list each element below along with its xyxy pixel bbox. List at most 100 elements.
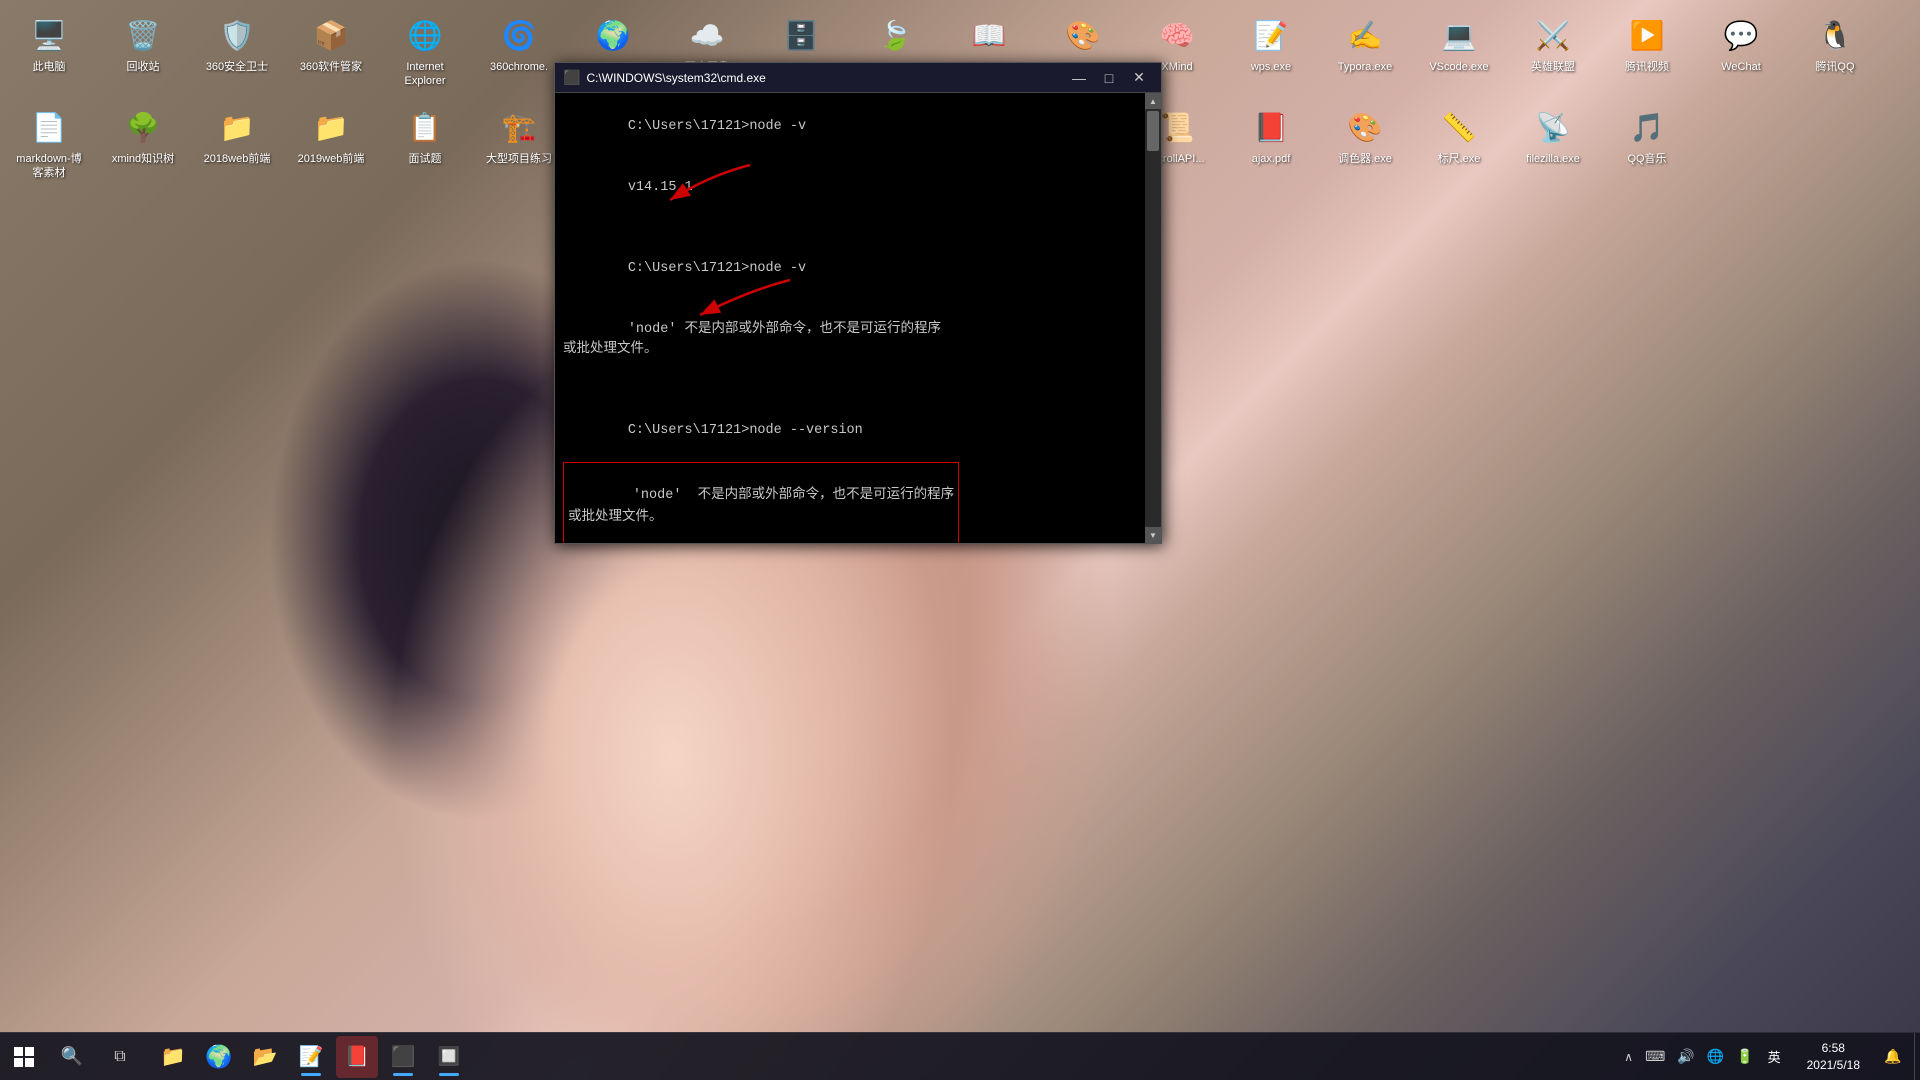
desktop-icon-interview[interactable]: 📋 面试题 bbox=[384, 100, 466, 188]
cmd-titlebar: ⬛ C:\WINDOWS\system32\cmd.exe — □ ✕ bbox=[555, 63, 1161, 93]
scrollbar-down-button[interactable]: ▼ bbox=[1145, 527, 1161, 543]
taskbar-app-notes[interactable]: 📝 bbox=[290, 1036, 332, 1078]
cmd-window[interactable]: ⬛ C:\WINDOWS\system32\cmd.exe — □ ✕ C:\U… bbox=[554, 62, 1162, 544]
keyboard-icon[interactable]: ⌨ bbox=[1641, 1044, 1669, 1069]
desktop-icon-ajax-pdf[interactable]: 📕 ajax.pdf bbox=[1230, 100, 1312, 188]
scrollbar-up-button[interactable]: ▲ bbox=[1145, 93, 1161, 109]
desktop-icon-xmind-notes[interactable]: 🌳 xmind知识树 bbox=[102, 100, 184, 188]
cmd-prompt-3: C:\Users\17121>node --version bbox=[628, 423, 863, 438]
ime-indicator[interactable]: 英 bbox=[1762, 1047, 1787, 1066]
icon-label-typora: Typora.exe bbox=[1338, 60, 1392, 74]
cmd-scrollbar[interactable]: ▲ ▼ bbox=[1145, 93, 1161, 543]
icon-img-this-pc: 🖥️ bbox=[28, 14, 70, 56]
scrollbar-track[interactable] bbox=[1145, 109, 1161, 527]
taskbar-app-explorer[interactable]: 📁 bbox=[152, 1036, 194, 1078]
desktop-icon-markdown[interactable]: 📄 markdown-博客素材 bbox=[8, 100, 90, 188]
icon-label-2018web: 2018web前端 bbox=[204, 152, 271, 166]
cmd-icon: ⬛ bbox=[391, 1044, 416, 1069]
icon-img-sqlyog: 🗄️ bbox=[780, 14, 822, 56]
desktop-icon-vscode[interactable]: 💻 VScode.exe bbox=[1418, 8, 1500, 96]
speaker-icon[interactable]: 🔊 bbox=[1673, 1044, 1698, 1069]
system-tray: ∧ ⌨ 🔊 🌐 🔋 英 bbox=[1612, 1033, 1794, 1080]
icon-label-vscode: VScode.exe bbox=[1429, 60, 1488, 74]
icon-img-ajax-pdf: 📕 bbox=[1250, 106, 1292, 148]
desktop-icon-360-security[interactable]: 🛡️ 360安全卫士 bbox=[196, 8, 278, 96]
multitask-icon: 🔲 bbox=[438, 1046, 460, 1067]
desktop-icon-typora[interactable]: ✍️ Typora.exe bbox=[1324, 8, 1406, 96]
desktop-icon-wechat[interactable]: 💬 WeChat bbox=[1700, 8, 1782, 96]
cmd-line-6: 'node' 不是内部或外部命令，也不是可运行的程序或批处理文件。 bbox=[563, 462, 959, 544]
cmd-line-1: C:\Users\17121>node -v bbox=[563, 97, 1153, 158]
cmd-maximize-button[interactable]: □ bbox=[1095, 68, 1123, 88]
chrome-icon: 🌍 bbox=[205, 1044, 232, 1070]
icon-img-baidu-netdisk: ☁️ bbox=[686, 14, 728, 56]
desktop-icon-2019web[interactable]: 📁 2019web前端 bbox=[290, 100, 372, 188]
cmd-error-1: 'node' 不是内部或外部命令，也不是可运行的程序或批处理文件。 bbox=[563, 322, 941, 357]
show-desktop-strip[interactable] bbox=[1914, 1033, 1920, 1080]
desktop-icon-wps[interactable]: 📝 wps.exe bbox=[1230, 8, 1312, 96]
desktop-icon-cursor[interactable]: 📏 标尺.exe bbox=[1418, 100, 1500, 188]
taskbar-app-file-manager[interactable]: 📂 bbox=[244, 1036, 286, 1078]
taskbar-clock[interactable]: 6:58 2021/5/18 bbox=[1795, 1040, 1872, 1074]
icon-label-xmind-notes: xmind知识树 bbox=[112, 152, 174, 166]
icon-img-interview: 📋 bbox=[404, 106, 446, 148]
desktop-icon-this-pc[interactable]: 🖥️ 此电脑 bbox=[8, 8, 90, 96]
task-view-button[interactable]: ⧉ bbox=[96, 1033, 144, 1080]
taskbar-app-chrome[interactable]: 🌍 bbox=[198, 1036, 240, 1078]
task-view-icon: ⧉ bbox=[114, 1048, 125, 1066]
taskbar-app-cmd[interactable]: ⬛ bbox=[382, 1036, 424, 1078]
taskbar: 🔍 ⧉ 📁 🌍 📂 📝 📕 ⬛ bbox=[0, 1032, 1920, 1080]
desktop-icon-recycle-bin[interactable]: 🗑️ 回收站 bbox=[102, 8, 184, 96]
desktop-icon-360chrome[interactable]: 🌀 360chrome. bbox=[478, 8, 560, 96]
desktop-icon-bigproject[interactable]: 🏗️ 大型项目练习 bbox=[478, 100, 560, 188]
icon-img-wechat: 💬 bbox=[1720, 14, 1762, 56]
icon-img-markdown: 📄 bbox=[28, 106, 70, 148]
icon-img-xmind: 🧠 bbox=[1156, 14, 1198, 56]
show-hidden-icons[interactable]: ∧ bbox=[1620, 1050, 1637, 1064]
desktop-icon-color-picker[interactable]: 🎨 调色器.exe bbox=[1324, 100, 1406, 188]
icon-label-360chrome: 360chrome. bbox=[490, 60, 548, 74]
battery-icon[interactable]: 🔋 bbox=[1732, 1044, 1757, 1069]
icon-label-ajax-pdf: ajax.pdf bbox=[1252, 152, 1291, 166]
desktop-icon-tencent-video[interactable]: ▶️ 腾讯视频 bbox=[1606, 8, 1688, 96]
cmd-content[interactable]: C:\Users\17121>node -v v14.15.1 C:\Users… bbox=[555, 93, 1161, 543]
search-icon: 🔍 bbox=[61, 1046, 83, 1067]
desktop-icon-filezilla[interactable]: 📡 filezilla.exe bbox=[1512, 100, 1594, 188]
icon-img-internet-explorer: 🌐 bbox=[404, 14, 446, 56]
icon-label-lol: 英雄联盟 bbox=[1531, 60, 1575, 74]
start-button[interactable] bbox=[0, 1033, 48, 1080]
desktop-icon-tencentqq[interactable]: 🐧 腾讯QQ bbox=[1794, 8, 1876, 96]
network-icon[interactable]: 🌐 bbox=[1703, 1044, 1728, 1069]
desktop-icon-360-software[interactable]: 📦 360软件管家 bbox=[290, 8, 372, 96]
icon-label-interview: 面试题 bbox=[409, 152, 442, 166]
icon-img-google-chrome: 🌍 bbox=[592, 14, 634, 56]
scrollbar-thumb[interactable] bbox=[1147, 111, 1159, 151]
taskbar-search-button[interactable]: 🔍 bbox=[48, 1033, 96, 1080]
icon-img-recycle-bin: 🗑️ bbox=[122, 14, 164, 56]
desktop-icon-lol[interactable]: ⚔️ 英雄联盟 bbox=[1512, 8, 1594, 96]
cmd-minimize-button[interactable]: — bbox=[1065, 68, 1093, 88]
icon-label-wechat: WeChat bbox=[1721, 60, 1761, 74]
desktop-icon-qq-music[interactable]: 🎵 QQ音乐 bbox=[1606, 100, 1688, 188]
icon-label-this-pc: 此电脑 bbox=[33, 60, 66, 74]
notes-icon: 📝 bbox=[299, 1044, 324, 1069]
cmd-line-4: 'node' 不是内部或外部命令，也不是可运行的程序或批处理文件。 bbox=[563, 300, 1153, 381]
icon-label-wps: wps.exe bbox=[1251, 60, 1291, 74]
icon-img-typora: ✍️ bbox=[1344, 14, 1386, 56]
cmd-close-button[interactable]: ✕ bbox=[1125, 68, 1153, 88]
clock-date: 2021/5/18 bbox=[1807, 1057, 1860, 1074]
icon-img-360-security: 🛡️ bbox=[216, 14, 258, 56]
icon-label-internet-explorer: Internet Explorer bbox=[388, 60, 462, 89]
show-desktop-button[interactable]: 🔔 bbox=[1872, 1036, 1914, 1078]
cmd-window-icon: ⬛ bbox=[563, 69, 580, 86]
clock-time: 6:58 bbox=[1822, 1040, 1845, 1057]
icon-img-iscroll-api: 📜 bbox=[1156, 106, 1198, 148]
taskbar-app-multitask[interactable]: 🔲 bbox=[428, 1036, 470, 1078]
icon-img-tencentqq: 🐧 bbox=[1814, 14, 1856, 56]
taskbar-app-reader[interactable]: 📕 bbox=[336, 1036, 378, 1078]
reader-icon: 📕 bbox=[345, 1044, 370, 1069]
desktop-icon-internet-explorer[interactable]: 🌐 Internet Explorer bbox=[384, 8, 466, 96]
icon-label-bigproject: 大型项目练习 bbox=[486, 152, 552, 166]
desktop: 🖥️ 此电脑 🗑️ 回收站 🛡️ 360安全卫士 📦 360软件管家 🌐 Int… bbox=[0, 0, 1920, 1080]
desktop-icon-2018web[interactable]: 📁 2018web前端 bbox=[196, 100, 278, 188]
